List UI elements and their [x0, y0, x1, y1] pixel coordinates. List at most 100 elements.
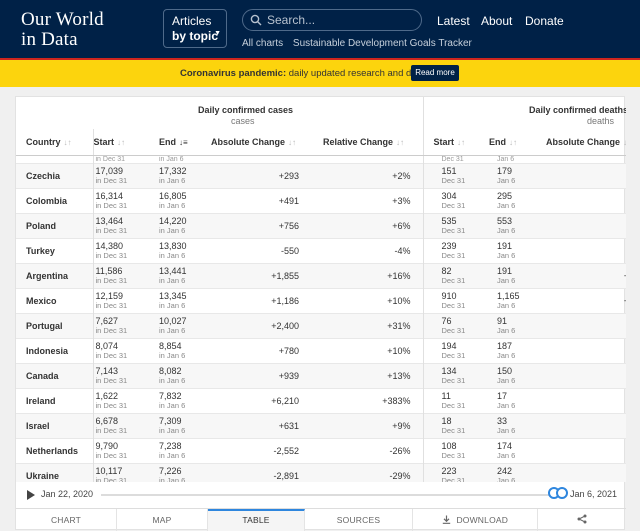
tab-table[interactable]: TABLE: [208, 509, 305, 531]
covid-banner: Coronavirus pandemic: daily updated rese…: [0, 60, 640, 87]
search-placeholder: Search...: [267, 13, 316, 27]
cell-country: Argentina: [16, 262, 93, 288]
cell-date: Jan 6: [497, 225, 516, 235]
sort-icon: ↓↑: [63, 137, 72, 147]
cell-value: 6,678: [95, 415, 119, 426]
logo-line2: in Data: [21, 29, 78, 50]
cell-value: 910: [441, 290, 457, 301]
site-logo[interactable]: Our World in Data: [21, 10, 104, 50]
cell-date: Jan 6: [497, 200, 516, 210]
col-cases-end[interactable]: End ↓≡: [151, 129, 201, 156]
cell-deaths-abs: +18: [536, 212, 626, 238]
nav-donate[interactable]: Donate: [525, 14, 564, 28]
link-sdg-tracker[interactable]: Sustainable Development Goals Tracker: [293, 38, 472, 49]
read-more-button[interactable]: Read more: [411, 65, 459, 81]
cell-value: 8,074: [95, 340, 119, 351]
cell-cases-abs: +631: [201, 412, 311, 438]
col-cases-abs[interactable]: Absolute Change ↓↑: [201, 129, 311, 156]
cell-date: Dec 31: [441, 375, 466, 385]
cell-date: Dec 31: [441, 450, 466, 460]
tab-map[interactable]: MAP: [117, 509, 208, 531]
cell-cases-rel: +2%: [311, 162, 423, 188]
col-deaths-start[interactable]: Start ↓↑: [422, 129, 481, 156]
search-input[interactable]: Search...: [242, 9, 422, 31]
play-icon[interactable]: [27, 490, 35, 500]
cell-value: 10,027: [159, 315, 187, 326]
site-header: Our World in Data Articles by topic ▼ Se…: [0, 0, 640, 60]
group-header-cases: Daily confirmed cases cases: [151, 97, 423, 129]
timeline-start-label: Jan 22, 2020: [41, 489, 94, 499]
table-scroll[interactable]: Daily confirmed cases cases Daily confir…: [16, 97, 626, 482]
cell-value: 7,627: [95, 315, 119, 326]
cell-deaths-abs: +19: [536, 462, 626, 482]
cell-value: 16,314: [95, 190, 124, 201]
group-cases-title: Daily confirmed cases: [198, 105, 294, 115]
cell-value: 14,380: [95, 240, 124, 251]
cell-value: 12,159: [95, 290, 124, 301]
cell-date: in Dec 31: [95, 175, 128, 185]
col-cases-start[interactable]: Start ↓↑: [92, 129, 151, 156]
cell-deaths-abs: +16: [536, 362, 626, 388]
cell-deaths-abs: +6: [536, 387, 626, 413]
cell-value: 191: [497, 240, 513, 251]
col-deaths-abs[interactable]: Absolute Change↓↑: [536, 129, 626, 156]
cell-value: 17,332: [159, 165, 187, 176]
cell-date: Dec 31: [441, 300, 466, 310]
cell-date: in Jan 6: [159, 350, 186, 360]
cell-cases-rel: -4%: [311, 237, 423, 263]
cell-cases-rel: +9%: [311, 412, 423, 438]
col-cases-rel[interactable]: Relative Change ↓↑: [311, 129, 423, 156]
table-row: Canada 7,143 in Dec 31 8,082 in Jan 6 +939 +13…: [16, 362, 626, 388]
nav-latest[interactable]: Latest: [437, 14, 470, 28]
cell-deaths-abs: +15: [536, 412, 626, 438]
search-icon: [250, 14, 262, 26]
col-country[interactable]: Country ↓↑: [16, 129, 93, 156]
cell-value: 7,309: [159, 415, 182, 426]
nav-about[interactable]: About: [481, 14, 512, 28]
cell-cases-rel: +6%: [311, 212, 423, 238]
col-deaths-end[interactable]: End ↓↑: [481, 129, 536, 156]
cell-value: 13,464: [95, 215, 124, 226]
share-button[interactable]: [538, 509, 626, 531]
cell-date: Dec 31: [441, 175, 466, 185]
table-row: Colombia 16,314 in Dec 31 16,805 in Jan 6 +49…: [16, 187, 626, 213]
cell-date: in Jan 6: [159, 275, 186, 285]
cell-value: 174: [497, 440, 513, 451]
link-all-charts[interactable]: All charts: [242, 38, 283, 49]
data-card: Daily confirmed cases cases Daily confir…: [15, 96, 626, 531]
cell-date: in Dec 31: [95, 225, 128, 235]
cell-value: 91: [497, 315, 508, 326]
cell-deaths-abs: +255: [536, 287, 626, 313]
table-body: Czechia 17,039 in Dec 31 17,332 in Jan 6 +293…: [16, 162, 626, 482]
share-icon: [577, 514, 587, 524]
cell-date: in Dec 31: [95, 450, 128, 460]
timeline-end-label: Jan 6, 2021: [570, 489, 618, 499]
timeline-track[interactable]: [101, 494, 557, 496]
tab-download[interactable]: DOWNLOAD: [413, 509, 538, 531]
cell-value: 18: [441, 415, 452, 426]
cell-deaths-abs: -48: [536, 237, 626, 263]
table-row: Turkey 14,380 in Dec 31 13,830 in Jan 6 -550-…: [16, 237, 626, 263]
tab-sources[interactable]: SOURCES: [305, 509, 413, 531]
cell-country: Ireland: [16, 387, 93, 413]
cell-date: in Jan 6: [159, 375, 186, 385]
cell-date: in Jan 6: [159, 450, 186, 460]
cell-date: Dec 31: [441, 350, 466, 360]
cell-value: 150: [497, 365, 513, 376]
cell-cases-rel: -29%: [311, 462, 423, 482]
table-row: Portugal 7,627 in Dec 31 10,027 in Jan 6 +2,4…: [16, 312, 626, 338]
cell-value: 239: [441, 240, 457, 251]
articles-dropdown[interactable]: Articles by topic ▼: [163, 9, 227, 48]
cell-cases-abs: -550: [201, 237, 311, 263]
cell-country: Indonesia: [16, 337, 93, 363]
cell-deaths-abs: -7: [536, 337, 626, 363]
tab-chart[interactable]: CHART: [16, 509, 117, 531]
cell-value: 194: [441, 340, 457, 351]
view-tabs: CHART MAP TABLE SOURCES DOWNLOAD: [16, 508, 626, 531]
cell-value: 1,165: [497, 290, 520, 301]
cell-cases-abs: +780: [201, 337, 311, 363]
cell-date: Jan 6: [497, 450, 516, 460]
cell-cases-abs: +1,186: [201, 287, 311, 313]
header-sublinks: All charts Sustainable Development Goals…: [242, 38, 479, 49]
timeline-end-handle[interactable]: [556, 487, 568, 499]
